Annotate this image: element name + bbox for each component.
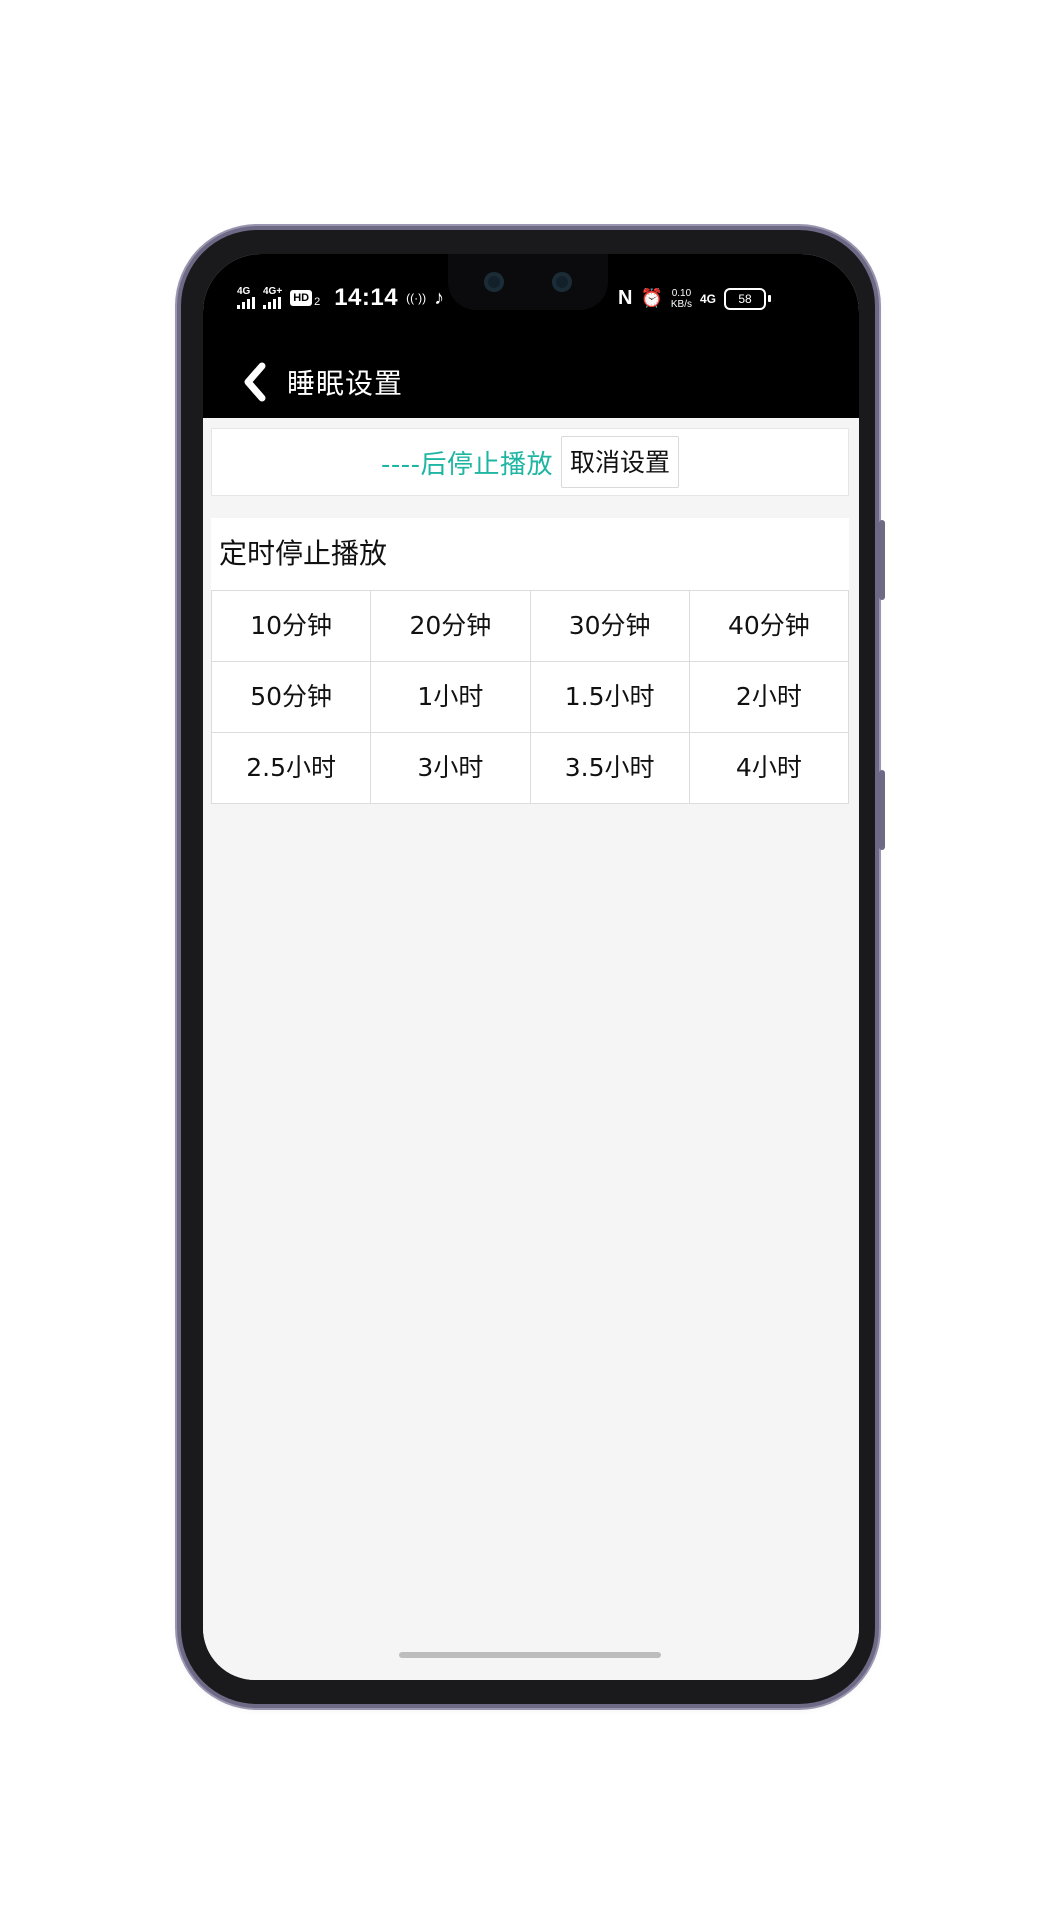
front-camera-icon <box>484 272 504 292</box>
hd-label: HD <box>293 292 310 304</box>
timer-option-3h[interactable]: 3小时 <box>371 733 531 804</box>
signal-bars-icon <box>263 297 281 309</box>
mobile-data-icon: 4G <box>699 291 716 306</box>
signal-bars-icon <box>237 297 255 309</box>
signal-label: 4G <box>237 286 251 297</box>
status-left-group: 4G 4G+ HD 2 14:14 ((·)) ♪ <box>237 284 444 312</box>
home-indicator[interactable] <box>399 1652 661 1658</box>
front-camera-icon <box>552 272 572 292</box>
timer-options-section: 定时停止播放 10分钟 20分钟 30分钟 40分钟 50分钟 1小时 1.5小… <box>211 518 849 804</box>
timer-option-2-5h[interactable]: 2.5小时 <box>212 733 372 804</box>
volume-button <box>879 520 885 600</box>
timer-option-1h[interactable]: 1小时 <box>371 662 531 733</box>
status-time: 14:14 <box>334 284 399 311</box>
hd-voice-icon: HD <box>290 290 313 306</box>
section-title: 定时停止播放 <box>219 537 388 570</box>
timer-option-40min[interactable]: 40分钟 <box>689 591 849 662</box>
timer-option-10min[interactable]: 10分钟 <box>212 591 372 662</box>
signal-icon: 4G+ <box>263 287 282 309</box>
battery-tip <box>768 295 771 302</box>
camera-cutout <box>448 254 608 310</box>
signal-label: 4G+ <box>263 286 283 297</box>
network-speed-value: 0.10 <box>671 287 692 299</box>
timer-option-20min[interactable]: 20分钟 <box>371 591 531 662</box>
hotspot-icon: ((·)) <box>406 291 427 305</box>
app-bar: 睡眠设置 <box>203 346 859 418</box>
nfc-icon: N <box>617 287 633 309</box>
page-title: 睡眠设置 <box>287 367 404 400</box>
cancel-timer-button[interactable]: 取消设置 <box>561 436 680 488</box>
power-button <box>879 770 885 850</box>
tiktok-icon: ♪ <box>434 286 445 309</box>
alarm-icon: ⏰ <box>640 288 663 308</box>
network-speed-unit: KB/s <box>670 298 692 310</box>
timer-option-50min[interactable]: 50分钟 <box>212 662 372 733</box>
signal-icon: 4G <box>237 287 255 309</box>
device-stage: 4G 4G+ HD 2 14:14 ((·)) ♪ N ⏰ 0.10 KB/s <box>0 0 1056 1920</box>
battery-icon: 58 <box>724 287 771 310</box>
status-right-group: N ⏰ 0.10 KB/s 4G 58 <box>618 287 771 310</box>
timer-status-text: ----后停止播放 <box>380 449 553 480</box>
timer-option-3-5h[interactable]: 3.5小时 <box>530 733 690 804</box>
status-bar: 4G 4G+ HD 2 14:14 ((·)) ♪ N ⏰ 0.10 KB/s <box>203 254 859 346</box>
timer-option-2h[interactable]: 2小时 <box>689 662 849 733</box>
timer-option-1-5h[interactable]: 1.5小时 <box>530 662 690 733</box>
timer-option-4h[interactable]: 4小时 <box>689 733 849 804</box>
battery-level: 58 <box>724 287 766 310</box>
timer-status-card: ----后停止播放 取消设置 <box>211 428 849 496</box>
main-content: ----后停止播放 取消设置 定时停止播放 10分钟 20分钟 30分钟 40分… <box>203 418 859 1680</box>
phone-screen: 4G 4G+ HD 2 14:14 ((·)) ♪ N ⏰ 0.10 KB/s <box>203 254 859 1680</box>
hd-sub-label: 2 <box>314 296 321 308</box>
network-speed: 0.10 KB/s <box>671 288 692 310</box>
timer-option-30min[interactable]: 30分钟 <box>530 591 690 662</box>
chevron-left-icon[interactable] <box>225 352 285 412</box>
timer-options-grid: 10分钟 20分钟 30分钟 40分钟 50分钟 1小时 1.5小时 2小时 2… <box>211 590 849 804</box>
